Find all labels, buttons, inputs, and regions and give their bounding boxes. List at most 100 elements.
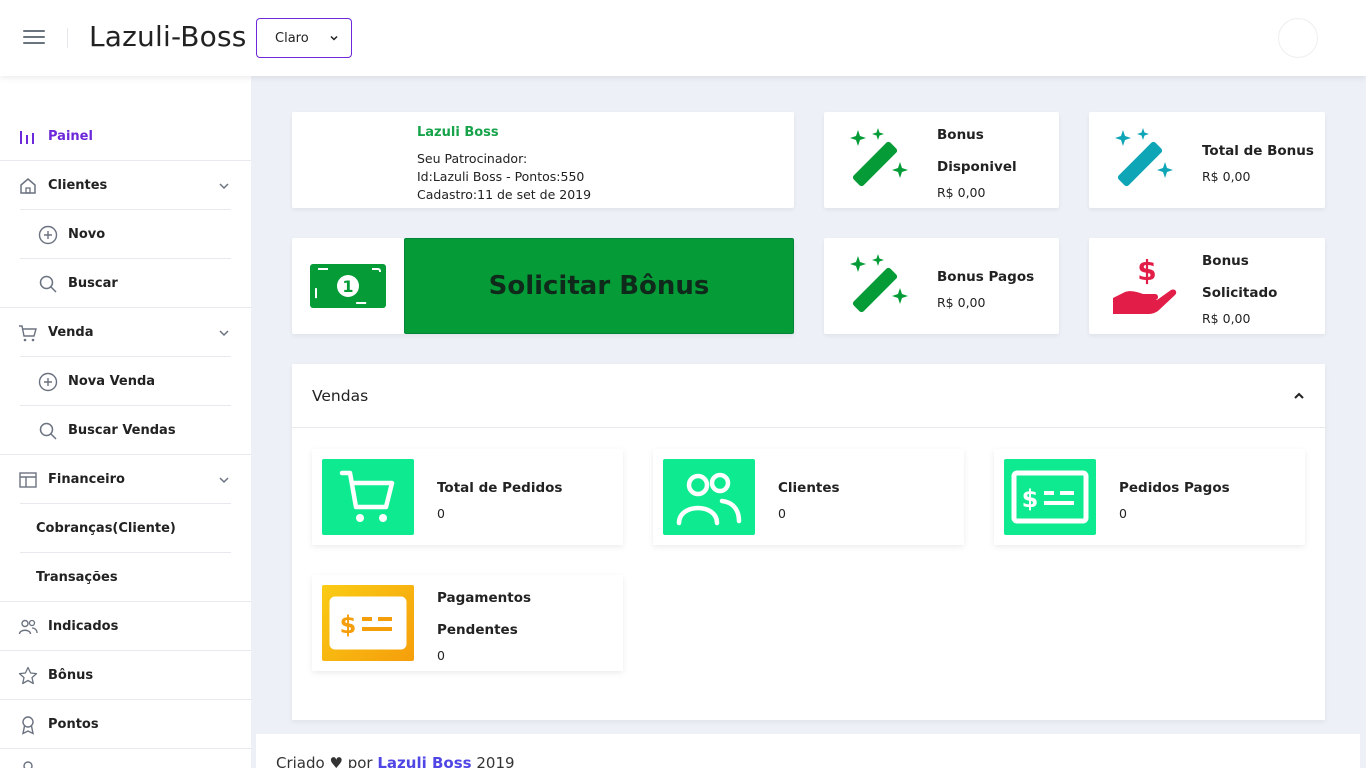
sidebar-item-label: Buscar Vendas (68, 423, 176, 438)
sidebar-item-venda[interactable]: Venda (0, 308, 251, 357)
stat-value: R$ 0,00 (937, 295, 986, 310)
home-icon (18, 176, 38, 196)
sidebar-item-novo[interactable]: Novo (0, 210, 251, 259)
stat-value: R$ 0,00 (1202, 311, 1251, 326)
footer: Criado ♥ por Lazuli Boss 2019 (256, 734, 1360, 768)
panel-title: Vendas (312, 387, 369, 405)
check-dollar-icon: $ (1004, 459, 1096, 535)
sidebar-item-label: Venda (48, 325, 94, 340)
sidebar: Painel Clientes Novo Buscar Venda Nova V… (0, 76, 251, 768)
sidebar-item-nova-venda[interactable]: Nova Venda (0, 357, 251, 406)
brand-title: Lazuli-Boss (89, 20, 247, 53)
menu-toggle-icon[interactable] (23, 30, 45, 46)
svg-text:$: $ (340, 611, 357, 639)
footer-by: por (347, 754, 373, 768)
award-icon (18, 715, 38, 735)
top-header: Lazuli-Boss Claro (0, 0, 1366, 76)
svg-text:$: $ (1022, 485, 1039, 513)
registration-date: Cadastro:11 de set de 2019 (417, 187, 592, 202)
sidebar-item-label: Clientes (48, 178, 108, 193)
sidebar-item-financeiro[interactable]: Financeiro (0, 455, 251, 504)
sidebar-item-label: Pontos (48, 717, 99, 732)
theme-select[interactable]: Claro (256, 18, 352, 58)
divider (0, 748, 251, 749)
chevron-down-icon (330, 35, 338, 41)
stat-value: R$ 0,00 (937, 185, 986, 200)
magic-wand-icon (1113, 128, 1177, 196)
sidebar-item-label: Financeiro (48, 472, 125, 487)
user-icon (18, 760, 38, 768)
money-bill-icon: 1 (310, 264, 386, 312)
stat-title: Total de Bonus (1202, 143, 1314, 159)
magic-wand-icon (848, 128, 912, 196)
metric-value: 0 (778, 506, 786, 521)
sponsor-id-points: Id:Lazuli Boss - Pontos:550 (417, 169, 585, 184)
profile-card: Lazuli Boss Seu Patrocinador: Id:Lazuli … (292, 112, 794, 208)
footer-year: 2019 (476, 754, 515, 768)
sidebar-item-label: Novo (68, 227, 106, 242)
bonus-solicitado-card: $ Bonus Solicitado R$ 0,00 (1089, 238, 1325, 334)
stat-title-line2: Disponivel (937, 159, 1017, 175)
sidebar-item-label: Cobranças(Cliente) (36, 521, 176, 536)
metric-title-line1: Pagamentos (437, 590, 532, 606)
chevron-down-icon (219, 329, 229, 336)
metric-title: Pedidos Pagos (1119, 480, 1230, 496)
check-dollar-icon: $ (322, 585, 414, 661)
footer-link[interactable]: Lazuli Boss (377, 754, 471, 768)
theme-select-value: Claro (275, 30, 309, 46)
layout-icon (18, 470, 38, 490)
sidebar-item-transacoes[interactable]: Transações (0, 553, 251, 602)
sidebar-item-label: Painel (48, 129, 93, 144)
profile-name: Lazuli Boss (417, 125, 499, 140)
stat-title: Bonus Pagos (937, 269, 1035, 285)
sidebar-item-indicados[interactable]: Indicados (0, 602, 251, 651)
metric-title: Total de Pedidos (437, 480, 563, 496)
cart-icon (322, 459, 414, 535)
total-bonus-card: Total de Bonus R$ 0,00 (1089, 112, 1325, 208)
stat-value: R$ 0,00 (1202, 169, 1251, 184)
total-pedidos-card: Total de Pedidos 0 (312, 449, 623, 545)
metric-value: 0 (437, 648, 445, 663)
bonus-pagos-card: Bonus Pagos R$ 0,00 (824, 238, 1059, 334)
pagamentos-pendentes-card: $ Pagamentos Pendentes 0 (312, 575, 623, 671)
sidebar-item-pontos[interactable]: Pontos (0, 700, 251, 749)
stat-title-line2: Solicitado (1202, 285, 1278, 301)
sidebar-item-buscar[interactable]: Buscar (0, 259, 251, 308)
metric-title: Clientes (778, 480, 840, 496)
hand-dollar-icon: $ (1111, 254, 1179, 322)
sidebar-item-label: Bônus (48, 668, 94, 683)
sidebar-item-buscar-vendas[interactable]: Buscar Vendas (0, 406, 251, 455)
vendas-panel-header[interactable]: Vendas (292, 364, 1325, 428)
search-icon (38, 274, 58, 294)
users-icon (18, 617, 38, 637)
svg-text:1: 1 (342, 277, 353, 296)
chevron-up-icon[interactable] (1292, 389, 1306, 403)
sidebar-item-clientes[interactable]: Clientes (0, 161, 251, 210)
header-divider (67, 28, 68, 48)
sidebar-item-label: Buscar (68, 276, 118, 291)
search-icon (38, 421, 58, 441)
clientes-card: Clientes 0 (653, 449, 964, 545)
magic-wand-icon (848, 254, 912, 322)
plus-circle-icon (38, 225, 58, 245)
plus-circle-icon (38, 372, 58, 392)
chevron-down-icon (219, 182, 229, 189)
vendas-panel: Vendas Total de Pedidos 0 Clientes 0 $ P… (292, 364, 1325, 720)
avatar[interactable] (1278, 18, 1318, 58)
request-bonus-button[interactable]: Solicitar Bônus (404, 238, 794, 334)
chevron-down-icon (219, 476, 229, 483)
bonus-disponivel-card: Bonus Disponivel R$ 0,00 (824, 112, 1059, 208)
cart-icon (18, 323, 38, 343)
pedidos-pagos-card: $ Pedidos Pagos 0 (994, 449, 1305, 545)
sidebar-item-painel[interactable]: Painel (0, 112, 251, 161)
stat-title-line1: Bonus (1202, 253, 1249, 269)
svg-text:$: $ (1137, 254, 1156, 287)
sponsor-label: Seu Patrocinador: (417, 151, 528, 166)
sidebar-item-cobrancas[interactable]: Cobranças(Cliente) (0, 504, 251, 553)
metric-value: 0 (1119, 506, 1127, 521)
sidebar-item-label: Nova Venda (68, 374, 156, 389)
star-icon (18, 666, 38, 686)
sidebar-item-label: Transações (36, 570, 118, 585)
sidebar-item-bonus[interactable]: Bônus (0, 651, 251, 700)
sidebar-item-label: Indicados (48, 619, 119, 634)
